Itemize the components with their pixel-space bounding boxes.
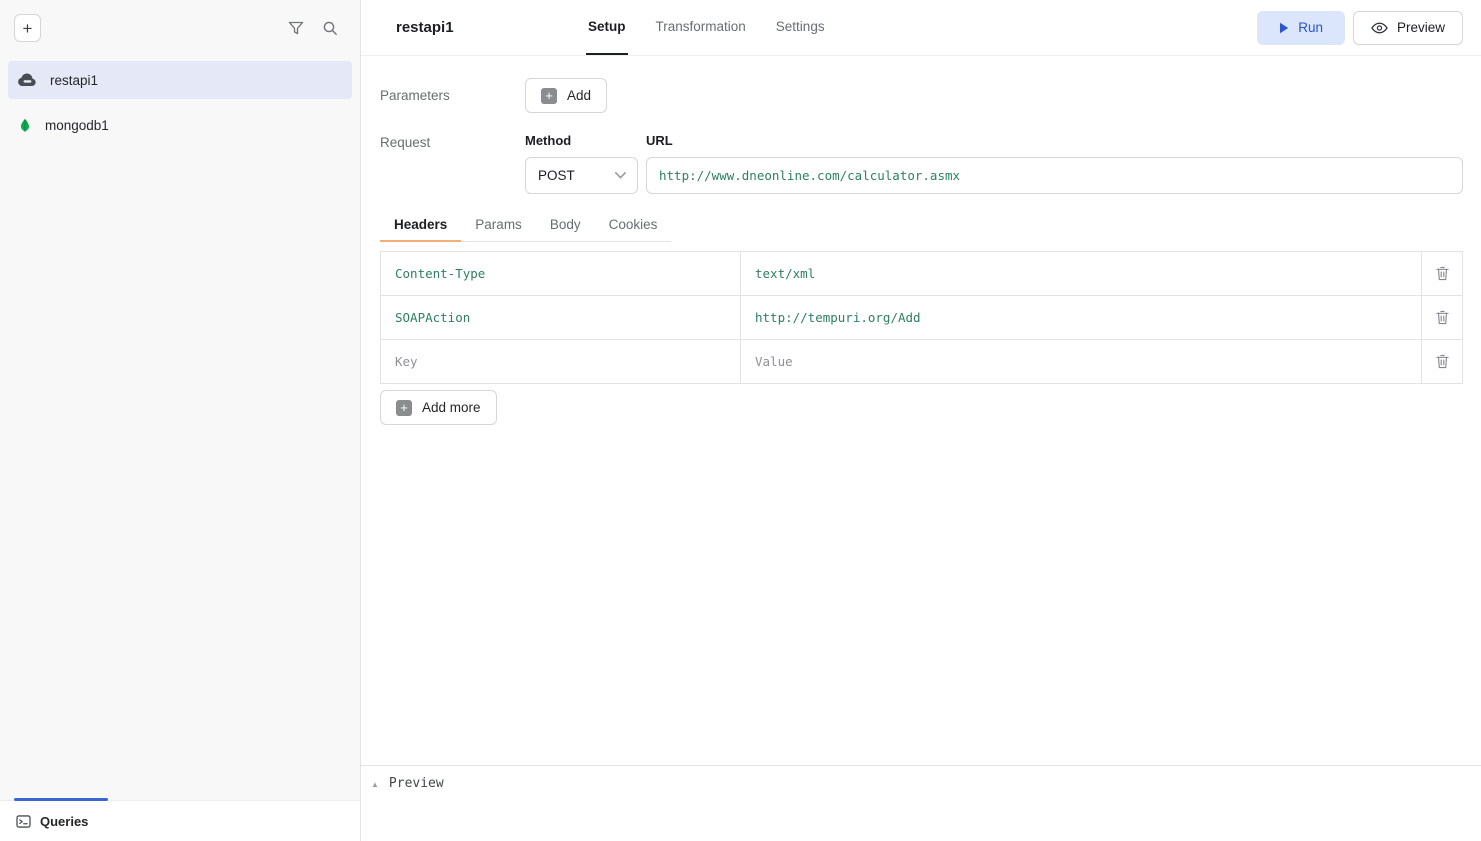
- url-label: URL: [646, 133, 1463, 148]
- delete-row-button[interactable]: [1421, 339, 1463, 384]
- delete-row-button[interactable]: [1421, 251, 1463, 296]
- add-param-button[interactable]: + Add: [525, 78, 607, 113]
- header-key-cell: [380, 251, 741, 296]
- method-selected-value: POST: [538, 168, 575, 183]
- search-icon[interactable]: [322, 20, 338, 36]
- request-section: Request Method POST URL: [380, 133, 1463, 194]
- trash-icon: [1436, 310, 1449, 325]
- add-more-wrap: + Add more: [380, 390, 1463, 425]
- preview-panel-label: Preview: [389, 776, 444, 791]
- header-key-input[interactable]: [381, 340, 740, 383]
- main-header: restapi1 Setup Transformation Settings R…: [361, 0, 1481, 56]
- tab-transformation[interactable]: Transformation: [654, 0, 748, 55]
- mongodb-icon: [18, 117, 32, 134]
- tab-headers[interactable]: Headers: [380, 208, 461, 242]
- rest-api-icon: [18, 73, 37, 87]
- sidebar-toolbar: +: [0, 0, 360, 56]
- sidebar-item-restapi1[interactable]: restapi1: [8, 61, 352, 99]
- sidebar-item-label: mongodb1: [45, 118, 109, 133]
- preview-button[interactable]: Preview: [1353, 11, 1463, 45]
- tab-setup[interactable]: Setup: [586, 0, 628, 55]
- table-row: [380, 339, 1463, 384]
- delete-row-button[interactable]: [1421, 295, 1463, 340]
- header-actions: Run Preview: [1257, 11, 1463, 45]
- sidebar-item-mongodb1[interactable]: mongodb1: [8, 106, 352, 144]
- header-value-cell: [740, 339, 1422, 384]
- header-value-cell: [740, 295, 1422, 340]
- queries-tab-label: Queries: [40, 814, 88, 829]
- parameters-label: Parameters: [380, 88, 525, 103]
- trash-icon: [1436, 354, 1449, 369]
- main-tabs: Setup Transformation Settings: [586, 0, 827, 55]
- tab-params[interactable]: Params: [461, 208, 536, 242]
- page-title: restapi1: [396, 19, 586, 36]
- queries-tab[interactable]: Queries: [16, 814, 88, 829]
- table-row: [380, 295, 1463, 340]
- method-label: Method: [525, 133, 638, 148]
- add-param-label: Add: [567, 88, 591, 103]
- url-input[interactable]: [646, 157, 1463, 194]
- header-key-input[interactable]: [381, 296, 740, 339]
- plus-icon: +: [541, 88, 557, 104]
- tab-body[interactable]: Body: [536, 208, 595, 242]
- header-value-input[interactable]: [741, 296, 1421, 339]
- main-panel: restapi1 Setup Transformation Settings R…: [361, 0, 1481, 841]
- run-button-label: Run: [1298, 20, 1323, 35]
- header-key-cell: [380, 295, 741, 340]
- header-value-input[interactable]: [741, 340, 1421, 383]
- sidebar-item-label: restapi1: [50, 73, 98, 88]
- tab-cookies[interactable]: Cookies: [595, 208, 672, 242]
- url-field: URL: [646, 133, 1463, 194]
- sidebar-bottom-bar: Queries: [0, 800, 360, 841]
- filter-icon[interactable]: [288, 20, 304, 36]
- headers-table: [380, 251, 1463, 384]
- sidebar: + restapi1 mongodb1: [0, 0, 361, 841]
- method-field: Method POST: [525, 133, 638, 194]
- play-icon: [1279, 22, 1289, 34]
- add-more-label: Add more: [422, 400, 481, 415]
- header-key-input[interactable]: [381, 252, 740, 295]
- parameters-section: Parameters + Add: [380, 78, 1463, 113]
- active-tab-indicator: [14, 798, 108, 801]
- header-value-cell: [740, 251, 1422, 296]
- eye-icon: [1371, 22, 1388, 34]
- run-button[interactable]: Run: [1257, 11, 1345, 45]
- header-value-input[interactable]: [741, 252, 1421, 295]
- preview-panel-toggle[interactable]: ▲ Preview: [361, 765, 1481, 841]
- plus-icon: +: [396, 400, 412, 416]
- app-window: + restapi1 mongodb1: [0, 0, 1481, 841]
- table-row: [380, 251, 1463, 296]
- method-select[interactable]: POST: [525, 157, 638, 194]
- trash-icon: [1436, 266, 1449, 281]
- entity-list: restapi1 mongodb1: [0, 56, 360, 800]
- new-entity-button[interactable]: +: [14, 14, 41, 42]
- preview-button-label: Preview: [1397, 20, 1445, 35]
- tab-settings[interactable]: Settings: [774, 0, 827, 55]
- request-subtabs: Headers Params Body Cookies: [380, 208, 671, 242]
- add-more-button[interactable]: + Add more: [380, 390, 497, 425]
- setup-content: Parameters + Add Request Method POST: [361, 56, 1481, 765]
- queries-icon: [16, 815, 31, 828]
- collapse-icon: ▲: [371, 780, 379, 789]
- header-key-cell: [380, 339, 741, 384]
- chevron-down-icon: [614, 171, 627, 180]
- request-label: Request: [380, 133, 525, 194]
